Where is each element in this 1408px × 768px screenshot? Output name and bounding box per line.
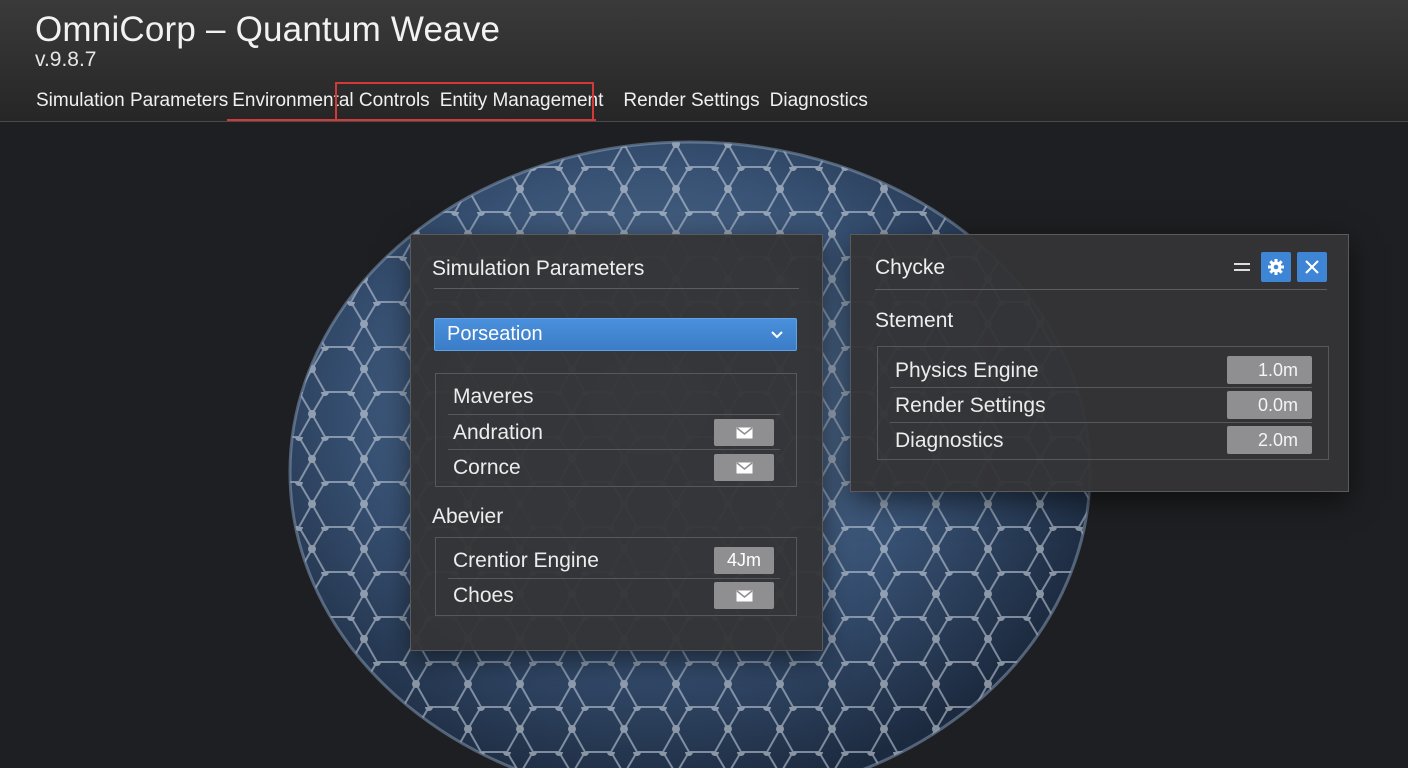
dropdown-value: Porseation bbox=[447, 323, 543, 345]
panel-divider bbox=[434, 288, 799, 289]
tab-simulation-parameters[interactable]: Simulation Parameters bbox=[36, 88, 228, 114]
tab-diagnostics[interactable]: Diagnostics bbox=[770, 88, 868, 114]
row-divider bbox=[448, 578, 780, 579]
diagnostics-value[interactable]: 2.0m bbox=[1227, 426, 1312, 454]
close-button[interactable] bbox=[1297, 252, 1327, 282]
abevier-group: Crentior Engine 4Jm Choes bbox=[435, 537, 797, 616]
preset-dropdown[interactable]: Porseation bbox=[434, 318, 797, 351]
diagnostics-label: Diagnostics bbox=[895, 429, 1004, 452]
andration-envelope-button[interactable] bbox=[714, 419, 774, 446]
active-tab-highlight bbox=[335, 82, 594, 120]
cornce-envelope-button[interactable] bbox=[714, 454, 774, 481]
choes-label: Choes bbox=[453, 584, 514, 607]
row-divider bbox=[448, 449, 780, 450]
row-divider bbox=[448, 414, 780, 415]
chycke-panel: Chycke Stement Physics Engine 1.0m Rende… bbox=[850, 234, 1349, 492]
crentior-engine-value[interactable]: 4Jm bbox=[714, 547, 774, 574]
physics-engine-value[interactable]: 1.0m bbox=[1227, 356, 1312, 384]
cornce-label: Cornce bbox=[453, 456, 521, 479]
row-divider bbox=[890, 422, 1312, 423]
app-header: OmniCorp – Quantum Weave v.9.8.7 Simulat… bbox=[0, 0, 1408, 122]
chevron-down-icon bbox=[771, 331, 783, 339]
row-divider bbox=[890, 387, 1312, 388]
abevier-heading: Abevier bbox=[432, 505, 504, 528]
panel-title: Chycke bbox=[875, 256, 946, 279]
maveres-group: Maveres Andration Cornce bbox=[435, 373, 797, 487]
close-icon bbox=[1305, 260, 1319, 274]
app-title: OmniCorp – Quantum Weave bbox=[35, 10, 501, 49]
andration-label: Andration bbox=[453, 421, 543, 444]
envelope-icon bbox=[736, 426, 752, 438]
tab-render-settings[interactable]: Render Settings bbox=[623, 88, 759, 114]
choes-envelope-button[interactable] bbox=[714, 582, 774, 609]
render-settings-value[interactable]: 0.0m bbox=[1227, 391, 1312, 419]
app-version: v.9.8.7 bbox=[35, 48, 97, 71]
simulation-parameters-panel: Simulation Parameters Porseation Maveres… bbox=[410, 234, 823, 651]
panel-divider bbox=[875, 289, 1327, 290]
render-settings-label: Render Settings bbox=[895, 394, 1046, 417]
minimize-button[interactable] bbox=[1227, 252, 1257, 282]
group-header: Maveres bbox=[453, 385, 534, 408]
stement-group: Physics Engine 1.0m Render Settings 0.0m… bbox=[877, 346, 1329, 460]
envelope-icon bbox=[736, 589, 752, 601]
settings-button[interactable] bbox=[1261, 252, 1291, 282]
stement-heading: Stement bbox=[875, 309, 954, 332]
physics-engine-label: Physics Engine bbox=[895, 359, 1039, 382]
panel-title: Simulation Parameters bbox=[432, 257, 645, 280]
minimize-icon bbox=[1234, 263, 1250, 271]
envelope-icon bbox=[736, 461, 752, 473]
active-tab-underline bbox=[227, 119, 596, 121]
gear-icon bbox=[1268, 259, 1284, 275]
crentior-engine-label: Crentior Engine bbox=[453, 549, 599, 572]
